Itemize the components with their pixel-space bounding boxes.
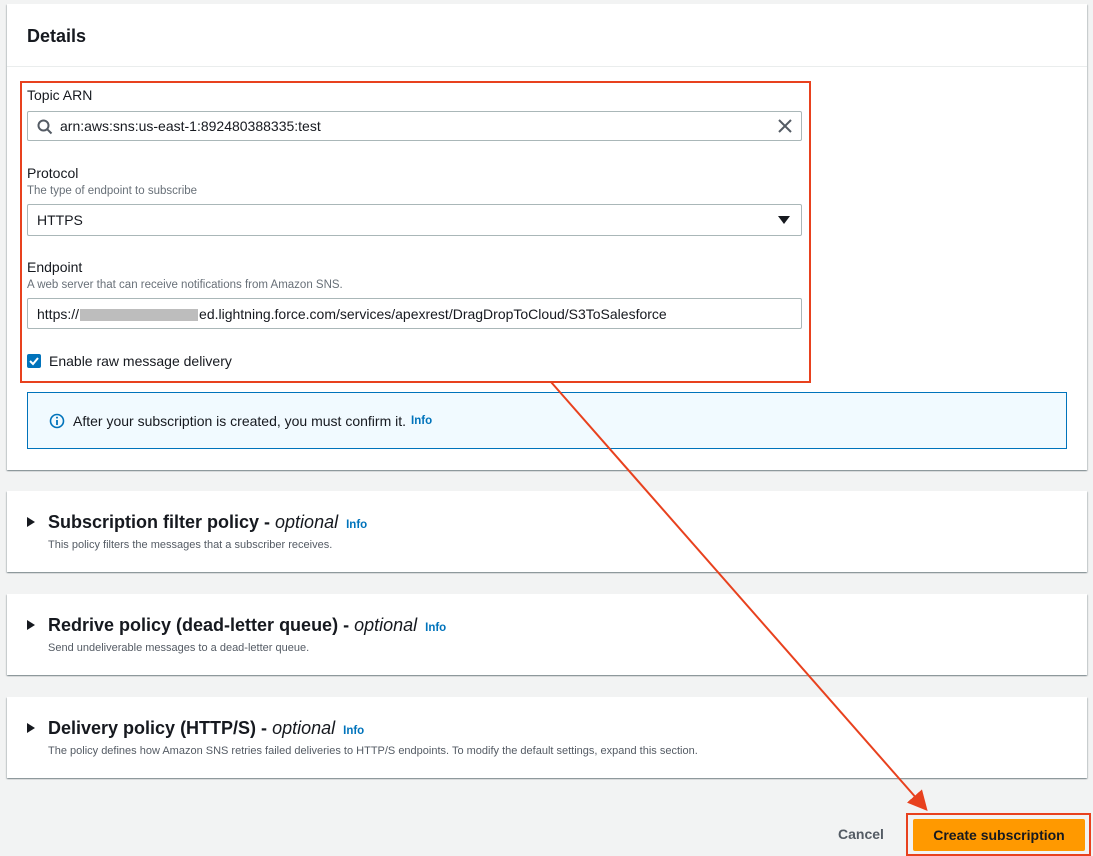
annotation-arrow-icon (550, 381, 928, 812)
